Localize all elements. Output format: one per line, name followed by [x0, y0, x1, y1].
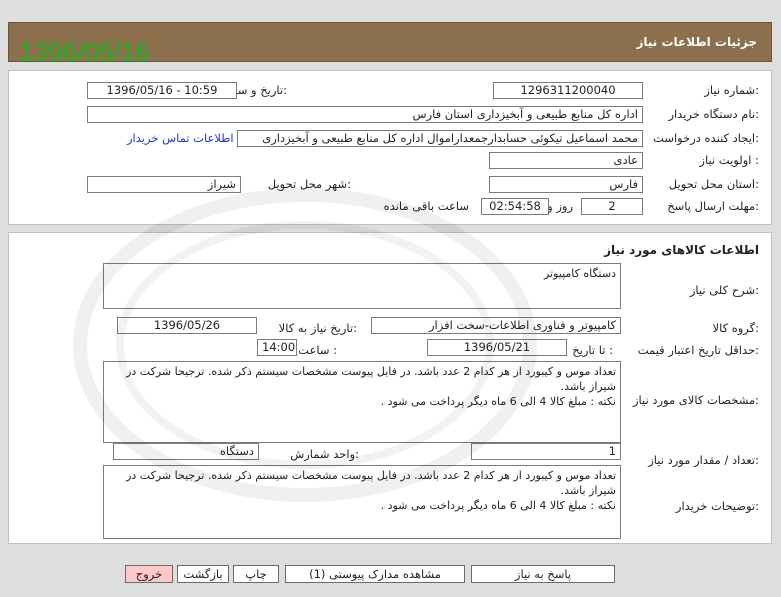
buyer-org-label: نام دستگاه خریدار:: [668, 107, 759, 121]
exit-button[interactable]: خروج: [125, 565, 173, 583]
province-field: فارس: [489, 176, 643, 193]
requester-field: محمد اسماعیل تیکوئی حسابدارجمعداراموال ا…: [237, 130, 643, 147]
days-word: روز و: [547, 199, 573, 213]
general-desc-field: دستگاه کامپیوتر: [103, 263, 621, 309]
validity-time-field: 14:00: [257, 339, 297, 356]
buyer-contact-link[interactable]: اطلاعات تماس خریدار: [127, 131, 234, 145]
deadline-label: مهلت ارسال پاسخ:: [667, 199, 759, 213]
buyer-desc-field: تعداد موس و کیبورد از هر کدام 2 عدد باشد…: [103, 465, 621, 539]
validity-date-field: 1396/05/21: [427, 339, 567, 356]
validity-time-label: ساعت :: [298, 343, 337, 357]
need-date-field: 1396/05/26: [117, 317, 257, 334]
buyer-desc-label: توضیحات خریدار:: [675, 499, 759, 513]
need-date-label: تاریخ نیاز به کالا:: [278, 321, 357, 335]
buyer-org-field: اداره کل منابع طبیعی و آبخیزداری استان ف…: [87, 106, 643, 123]
qty-label: تعداد / مقدار مورد نیاز:: [648, 453, 759, 467]
goods-specs-label: مشخصات کالای مورد نیاز:: [632, 393, 759, 407]
page-title: جزئیات اطلاعات نیاز: [636, 35, 757, 49]
need-number-label: شماره نیاز:: [704, 83, 759, 97]
province-label: استان محل تحویل:: [668, 177, 759, 191]
deadline-days-field: 2: [581, 198, 643, 215]
unit-label: واحد شمارش:: [290, 447, 359, 461]
to-date-label: تا تاریخ :: [572, 343, 613, 357]
date-watermark: 1396/05/16: [19, 37, 150, 67]
unit-field: دستگاه: [113, 443, 259, 460]
goods-group-field: کامپیوتر و فناوری اطلاعات-سخت افزار: [371, 317, 621, 334]
goods-info-panel: اطلاعات کالاهای مورد نیاز شرح کلی نیاز: …: [8, 232, 772, 544]
remaining-word: ساعت باقی مانده: [383, 199, 469, 213]
qty-field: 1: [471, 443, 621, 460]
goods-specs-field: تعداد موس و کیبورد از هر کدام 2 عدد باشد…: [103, 361, 621, 443]
city-field: شیراز: [87, 176, 241, 193]
announce-datetime-field: 1396/05/16 - 10:59: [87, 82, 237, 99]
requester-label: ایجاد کننده درخواست:: [653, 131, 759, 145]
goods-info-heading: اطلاعات کالاهای مورد نیاز: [604, 243, 759, 257]
city-label: شهر محل تحویل:: [267, 177, 351, 191]
priority-field: عادی: [489, 152, 643, 169]
general-desc-label: شرح کلی نیاز:: [689, 283, 759, 297]
header-bar: 1396/05/16 جزئیات اطلاعات نیاز: [8, 22, 772, 67]
back-button[interactable]: بازگشت: [177, 565, 229, 583]
goods-group-label: گروه کالا:: [712, 321, 759, 335]
attachments-button[interactable]: مشاهده مدارک پیوستی (1): [285, 565, 465, 583]
priority-label: اولویت نیاز :: [699, 153, 759, 167]
need-number-field: 1296311200040: [493, 82, 643, 99]
need-info-panel: شماره نیاز: 1296311200040 تاریخ و ساعت ا…: [8, 70, 772, 225]
min-validity-label: حداقل تاریخ اعتبار قیمت:: [637, 343, 759, 357]
remaining-time-field: 02:54:58: [481, 198, 549, 215]
print-button[interactable]: چاپ: [233, 565, 279, 583]
reply-button[interactable]: پاسخ به نیاز: [471, 565, 615, 583]
